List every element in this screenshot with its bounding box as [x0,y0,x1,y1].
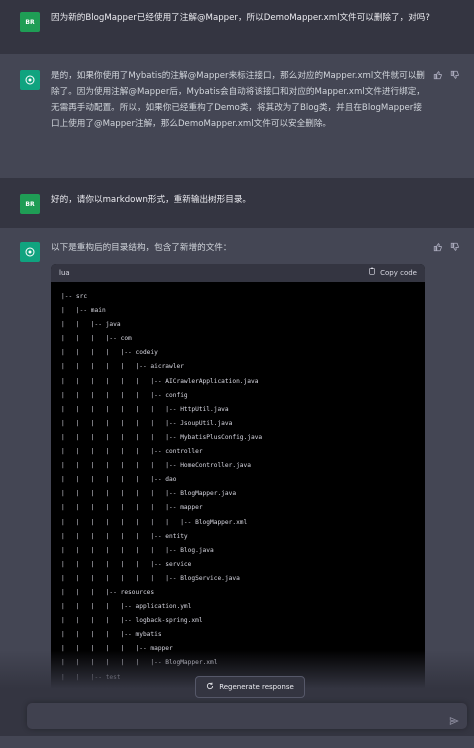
thumbs-up-icon[interactable] [433,70,443,80]
thumbs-up-icon[interactable] [433,242,443,252]
send-icon[interactable] [449,711,459,725]
code-line: | | | | | | | | |-- BlogMapper.xml [61,518,248,526]
code-line: | | | | | | | |-- HttpUtil.java [61,405,229,413]
code-line: | | | | | | | |-- JsoupUtil.java [61,419,233,427]
regenerate-response-button[interactable]: Regenerate response [195,676,305,698]
code-line: | | | | | |-- aicrawler [61,363,184,371]
code-header: lua Copy code [51,264,425,282]
feedback-actions [433,70,460,168]
code-block: lua Copy code |-- src | |-- main | | |-- j… [51,264,425,707]
code-line: | | | | |-- application.yml [61,603,192,611]
regenerate-label: Regenerate response [219,683,294,691]
user-avatar: BR [20,12,40,32]
code-line: | | | | |-- codeiy [61,349,158,357]
code-line: | | | | | | | |-- BlogService.java [61,574,240,582]
code-line: | | | | | | | |-- MybatisPlusConfig.java [61,433,263,441]
copy-code-label: Copy code [380,269,417,277]
code-line: | | | | |-- mybatis [61,631,162,639]
refresh-icon [206,682,214,692]
code-line: | | | | | | |-- controller [61,448,203,456]
chat-thread: BR 因为新的BlogMapper已经使用了注解@Mapper，所以DemoMa… [0,0,474,748]
thumbs-down-icon[interactable] [450,242,460,252]
chatgpt-logo-icon [20,242,40,262]
code-line: | | | | | | | |-- mapper [61,504,203,512]
code-line: | | | | | | |-- entity [61,532,188,540]
code-line: | | | |-- com [61,335,132,343]
code-line: | | | | | | |-- AICrawlerApplication.jav… [61,377,259,385]
code-language: lua [59,269,70,277]
thumbs-down-icon[interactable] [450,70,460,80]
message-text: 好的，请你以markdown形式，重新输出树形目录。 [51,195,252,205]
code-line: | | | | | | |-- dao [61,476,177,484]
message-text: 以下是重构后的目录结构，包含了新增的文件： [51,243,232,253]
message-input[interactable] [27,703,467,729]
code-line: | | | | |-- logback-spring.xml [61,617,203,625]
code-line: | | | | | | | |-- Blog.java [61,546,214,554]
chatgpt-logo-icon [20,70,40,90]
code-line: |-- src [61,293,88,300]
user-message-2: BR 好的，请你以markdown形式，重新输出树形目录。 [0,178,474,228]
user-avatar: BR [20,194,40,214]
code-line: | | | | | | |-- service [61,560,192,568]
code-line: | | | | | | | |-- HomeController.java [61,462,251,470]
clipboard-icon [368,265,376,281]
user-message-1: BR 因为新的BlogMapper已经使用了注解@Mapper，所以DemoMa… [0,0,474,54]
code-line: | | | | | | |-- config [61,391,188,399]
code-line: | | | | | | | |-- BlogMapper.java [61,490,237,498]
code-line: | | |-- java [61,321,121,329]
code-line: | | | |-- resources [61,588,155,596]
code-line: | |-- main [61,307,106,315]
copy-code-button[interactable]: Copy code [368,265,417,281]
assistant-message-1: 是的，如果你使用了Mybatis的注解@Mapper来标注接口，那么对应的Map… [0,54,474,178]
message-text: 是的，如果你使用了Mybatis的注解@Mapper来标注接口，那么对应的Map… [51,71,425,129]
message-text: 因为新的BlogMapper已经使用了注解@Mapper，所以DemoMappe… [51,13,430,23]
code-content: |-- src | |-- main | | |-- java | | | |-- c… [51,282,425,707]
